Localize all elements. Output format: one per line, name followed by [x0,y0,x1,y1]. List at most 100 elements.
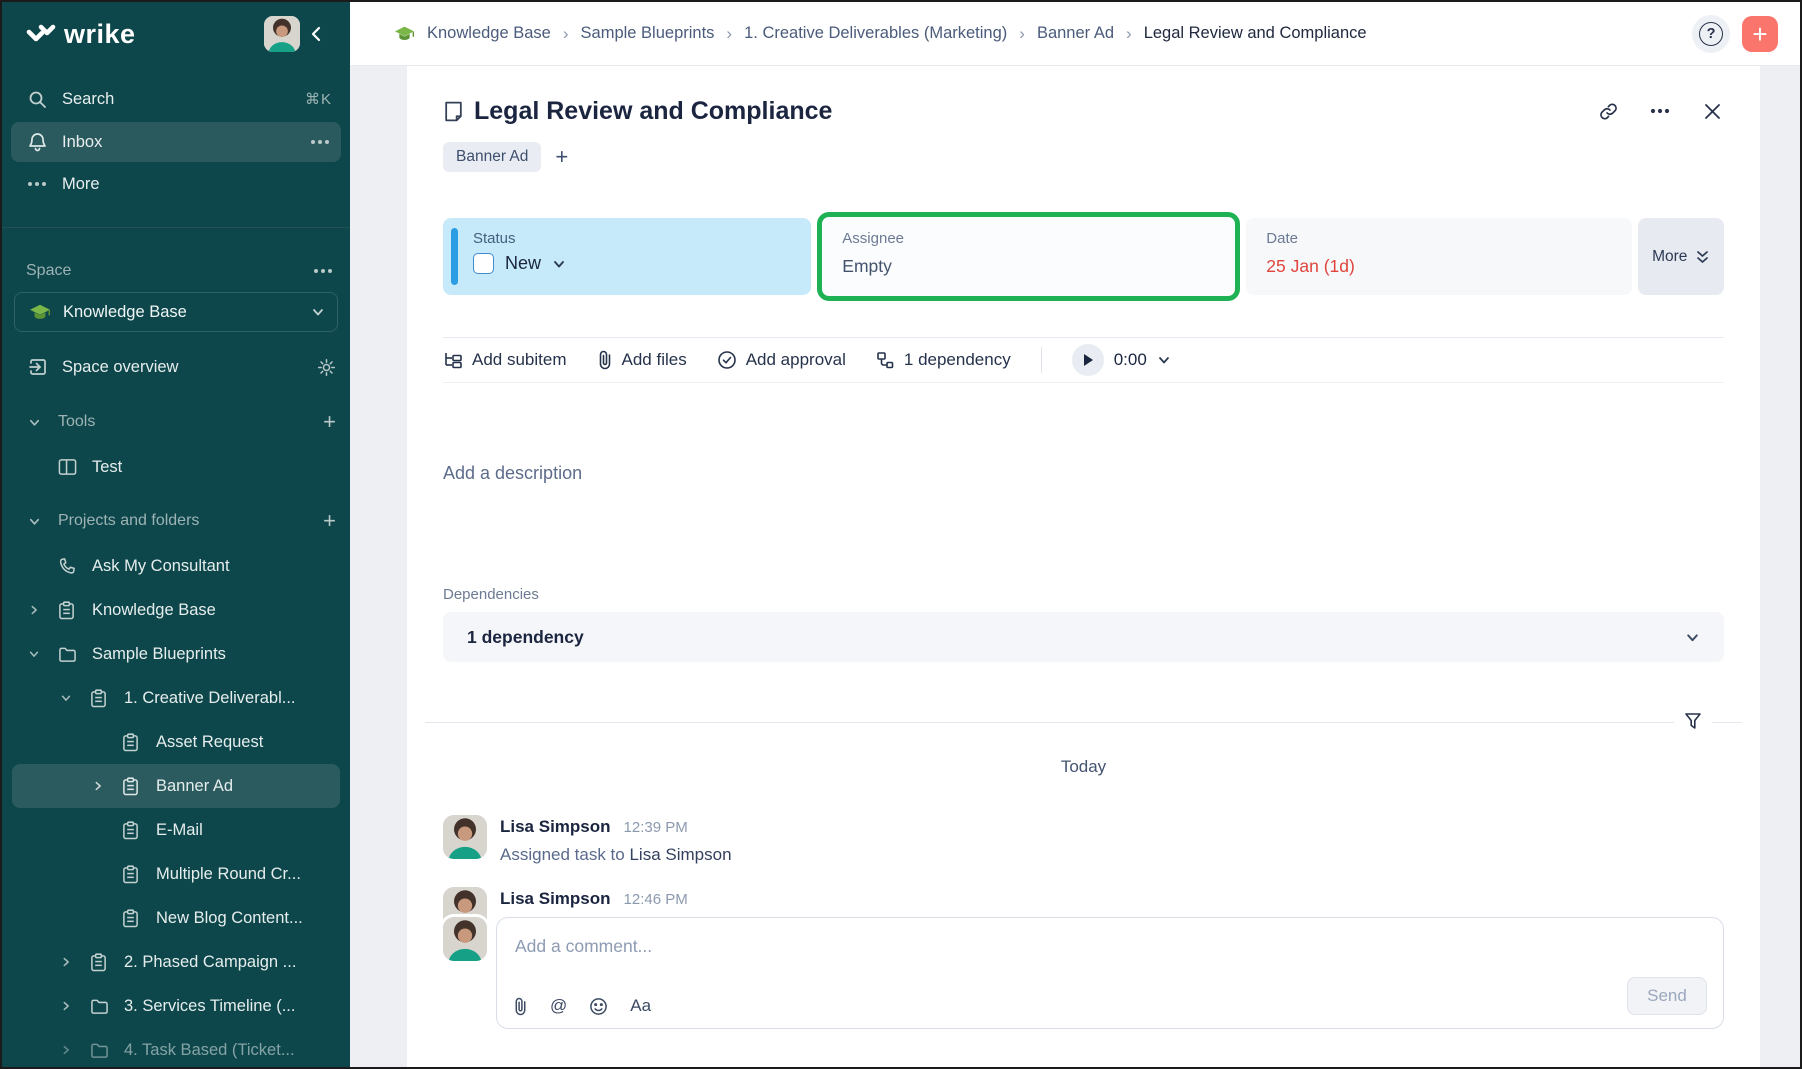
sidebar-item-email[interactable]: E-Mail [2,808,350,852]
tree-item-label: 2. Phased Campaign ... [124,953,336,972]
sidebar-item-test[interactable]: Test [2,445,350,489]
comment-input-placeholder: Add a comment... [515,936,1705,957]
send-button[interactable]: Send [1627,977,1707,1015]
tree-item-label: Multiple Round Cr... [156,865,336,884]
sidebar-item-task-based[interactable]: 4. Task Based (Ticket... [2,1028,350,1067]
comment-text: Assigned task to Lisa Simpson [500,845,732,865]
more-fields-button[interactable]: More [1638,218,1724,295]
text-format-icon[interactable]: Aa [630,996,651,1016]
comment-author[interactable]: Lisa Simpson [500,889,611,909]
wrike-logo[interactable]: wrike [26,19,136,50]
chevron-right-icon[interactable] [60,1000,90,1012]
chevron-right-icon[interactable] [92,780,122,792]
gear-icon[interactable] [317,358,336,377]
folder-icon [58,646,80,663]
mention-icon[interactable]: @ [550,996,567,1016]
chevron-right-icon[interactable] [60,956,90,968]
comment-input-row: Add a comment... @ Aa Send [443,917,1724,1029]
chevron-down-icon[interactable] [28,648,58,660]
graduation-cap-icon [29,302,51,322]
breadcrumb-knowledge-base[interactable]: Knowledge Base [427,24,551,43]
emoji-icon[interactable] [589,997,608,1016]
description-placeholder[interactable]: Add a description [443,463,1724,484]
task-fields-row: Status New Assignee Empty Date 25 [443,212,1724,301]
tag-row: Banner Ad + [443,142,1724,172]
dependencies-box[interactable]: 1 dependency [443,612,1724,662]
attach-file-icon[interactable] [513,997,528,1016]
chevron-down-icon[interactable] [60,692,90,704]
chevron-down-icon[interactable] [552,257,566,271]
search-label: Search [62,90,305,109]
filter-icon[interactable] [1674,712,1712,731]
sidebar-item-new-blog-content[interactable]: New Blog Content... [2,896,350,940]
add-tool-icon[interactable]: + [323,411,336,433]
more-options-icon[interactable] [1648,99,1672,123]
add-tag-icon[interactable]: + [555,146,568,168]
sidebar-item-inbox[interactable]: Inbox [11,122,341,162]
document-icon [122,777,144,796]
document-icon [122,821,144,840]
comment-input[interactable]: Add a comment... @ Aa Send [496,917,1724,1029]
tree-item-label: New Blog Content... [156,909,336,928]
comment-item: Lisa Simpson 12:39 PM Assigned task to L… [443,815,1724,865]
copy-link-icon[interactable] [1596,99,1620,123]
comment-text-target: Lisa Simpson [629,845,731,864]
task-type-icon [443,100,464,123]
breadcrumb-banner-ad[interactable]: Banner Ad [1037,24,1114,43]
dependencies-label: Dependencies [443,586,1724,603]
create-new-button[interactable]: + [1742,16,1778,52]
chevron-right-icon[interactable] [60,1044,90,1056]
sidebar-item-creative-deliverables[interactable]: 1. Creative Deliverabl... [2,676,350,720]
tree-item-label: Banner Ad [156,777,326,796]
date-value[interactable]: 25 Jan (1d) [1266,256,1614,277]
task-toolbar: Add subitem Add files Add approval [443,337,1724,383]
more-dots-icon [28,182,50,186]
chevron-right-icon[interactable] [28,604,58,616]
space-options-icon[interactable] [314,269,332,273]
assignee-field-highlighted[interactable]: Assignee Empty [817,212,1240,301]
assignee-value[interactable]: Empty [842,256,1217,277]
sidebar-item-banner-ad-selected[interactable]: Banner Ad [12,764,340,808]
inbox-more-icon[interactable] [311,140,329,144]
sidebar-item-search[interactable]: Search ⌘K [2,78,350,120]
add-files-button[interactable]: Add files [597,350,687,370]
close-icon[interactable] [1700,99,1724,123]
status-value[interactable]: New [505,253,541,274]
breadcrumb-sample-blueprints[interactable]: Sample Blueprints [581,24,715,43]
sidebar-item-more[interactable]: More [11,164,341,204]
sidebar-section-tools[interactable]: Tools + [2,399,350,445]
sidebar-item-multiple-round[interactable]: Multiple Round Cr... [2,852,350,896]
sidebar-item-ask-my-consultant[interactable]: Ask My Consultant [2,544,350,588]
help-button[interactable]: ? [1692,15,1730,53]
sidebar-item-sample-blueprints[interactable]: Sample Blueprints [2,632,350,676]
sidebar-item-services-timeline[interactable]: 3. Services Timeline (... [2,984,350,1028]
date-field[interactable]: Date 25 Jan (1d) [1246,218,1632,295]
sidebar-item-phased-campaign[interactable]: 2. Phased Campaign ... [2,940,350,984]
comment-author[interactable]: Lisa Simpson [500,817,611,837]
tree-item-label: Knowledge Base [92,601,336,620]
sidebar-item-asset-request[interactable]: Asset Request [2,720,350,764]
add-approval-button[interactable]: Add approval [717,350,846,370]
space-selector[interactable]: Knowledge Base [14,292,338,332]
breadcrumb-creative-deliverables[interactable]: 1. Creative Deliverables (Marketing) [744,24,1007,43]
comments-day-label: Today [443,757,1724,777]
status-field[interactable]: Status New [443,218,811,295]
sidebar-item-space-overview[interactable]: Space overview [2,344,350,390]
tag-banner-ad[interactable]: Banner Ad [443,142,541,172]
sidebar-section-projects[interactable]: Projects and folders + [2,498,350,544]
user-avatar[interactable] [264,16,300,52]
document-icon [90,689,112,708]
play-icon[interactable] [1072,344,1104,376]
sidebar-item-knowledge-base[interactable]: Knowledge Base [2,588,350,632]
add-subitem-button[interactable]: Add subitem [443,350,567,370]
dependency-button[interactable]: 1 dependency [876,350,1011,370]
time-tracker[interactable]: 0:00 [1072,344,1171,376]
chevron-down-icon[interactable] [28,515,58,528]
add-subitem-label: Add subitem [472,350,567,370]
space-label-text: Space [26,262,314,280]
task-panel: Legal Review and Compliance Banner Ad + [407,66,1760,1067]
collapse-sidebar-icon[interactable] [300,25,334,43]
status-checkbox[interactable] [473,253,494,274]
add-project-icon[interactable]: + [323,510,336,532]
chevron-down-icon[interactable] [28,416,58,429]
